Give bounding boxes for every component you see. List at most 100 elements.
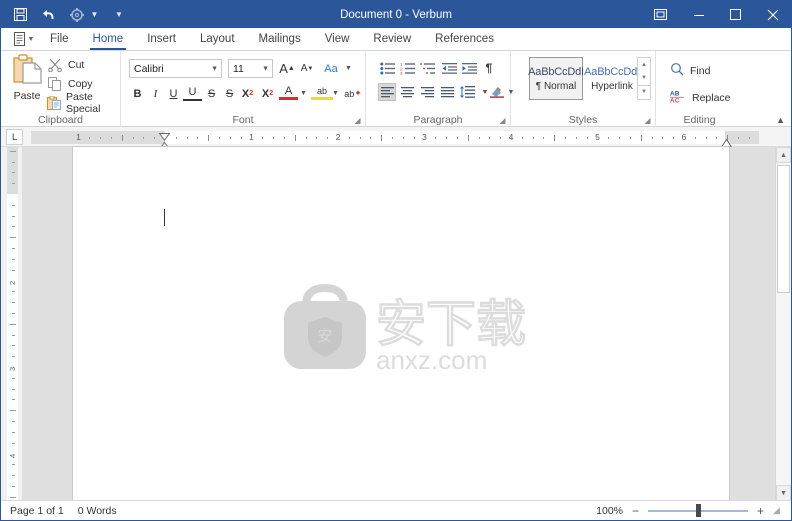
chevron-down-icon[interactable]: ▼ — [211, 65, 218, 72]
superscript-button[interactable]: X2 — [238, 84, 257, 103]
zoom-in-button[interactable]: + — [755, 504, 766, 518]
tab-stop-selector[interactable]: L — [6, 129, 23, 145]
scroll-down-icon[interactable]: ▼ — [776, 485, 791, 501]
copy-label: Copy — [68, 78, 93, 90]
vertical-ruler[interactable]: 234 — [1, 147, 23, 501]
grow-font-button[interactable]: A ▲ — [278, 59, 296, 78]
svg-text:3: 3 — [400, 71, 403, 75]
tab-mailings[interactable]: Mailings — [248, 28, 312, 50]
close-icon[interactable] — [754, 1, 791, 28]
document-page[interactable]: 安 安下载 anxz.com — [73, 147, 729, 501]
replace-button[interactable]: AB AC Replace — [670, 89, 731, 107]
maximize-icon[interactable] — [717, 1, 754, 28]
tab-label: Insert — [147, 33, 176, 45]
bold-label: B — [133, 87, 142, 100]
font-name-input[interactable]: Calibri ▼ — [129, 59, 222, 78]
redo-circle-icon[interactable] — [67, 5, 86, 24]
tab-label: View — [324, 33, 350, 45]
underline-button[interactable]: U — [164, 84, 183, 103]
styles-more-icon[interactable]: ▼ — [638, 84, 650, 99]
paragraph-dialog-launcher-icon[interactable]: ◢ — [498, 116, 507, 125]
styles-scroll-down-icon[interactable]: ▼ — [638, 71, 650, 84]
minimize-icon[interactable] — [680, 1, 717, 28]
editing-group-label: Editing — [683, 114, 716, 126]
zoom-slider-thumb[interactable] — [696, 504, 701, 517]
window-controls — [640, 1, 791, 28]
font-size-input[interactable]: 11 ▼ — [228, 59, 273, 78]
double-underline-button[interactable]: U — [183, 84, 202, 101]
find-button[interactable]: Find — [670, 62, 710, 79]
status-bar: Page 1 of 1 0 Words 100% − + ◢ — [1, 500, 791, 520]
paste-special-button[interactable]: Paste Special — [47, 91, 120, 115]
watermark-url-text: anxz.com — [376, 345, 487, 373]
bullets-button[interactable] — [378, 59, 396, 77]
zoom-level-label[interactable]: 100% — [596, 505, 623, 517]
cut-label: Cut — [68, 59, 85, 71]
save-icon[interactable] — [11, 5, 30, 24]
increase-indent-button[interactable] — [460, 59, 478, 77]
tab-file[interactable]: File — [39, 28, 80, 50]
scroll-up-icon[interactable]: ▲ — [776, 147, 791, 163]
customize-quick-access-icon[interactable]: ▼ — [112, 6, 126, 24]
chevron-down-icon[interactable]: ▼ — [262, 65, 269, 72]
resize-grip-icon[interactable]: ◢ — [773, 505, 785, 517]
multilevel-list-button[interactable] — [418, 59, 436, 77]
clear-formatting-button[interactable]: ab ✦ — [343, 84, 363, 103]
numbering-button[interactable]: 1 2 3 — [398, 59, 416, 77]
styles-gallery-scroll[interactable]: ▲ ▼ ▼ — [637, 57, 651, 100]
scissors-icon — [47, 57, 63, 73]
tab-view[interactable]: View — [314, 28, 361, 50]
change-case-button[interactable]: Aa — [320, 59, 342, 78]
pilcrow-icon: ¶ — [485, 61, 493, 75]
align-left-button[interactable] — [378, 83, 396, 101]
bold-button[interactable]: B — [128, 84, 147, 103]
ribbon-menu-icon[interactable]: ▼ — [9, 28, 39, 50]
align-right-button[interactable] — [418, 83, 436, 101]
font-dialog-launcher-icon[interactable]: ◢ — [353, 116, 362, 125]
strikethrough-button[interactable]: S — [202, 84, 221, 103]
page-count-label[interactable]: Page 1 of 1 — [10, 505, 64, 517]
tab-layout[interactable]: Layout — [189, 28, 246, 50]
shrink-font-button[interactable]: A ▼ — [298, 59, 316, 78]
italic-button[interactable]: I — [146, 84, 165, 103]
text-highlight-chevron-down-icon[interactable]: ▼ — [330, 84, 341, 103]
tab-label: References — [435, 33, 494, 45]
tab-label: Layout — [199, 33, 235, 45]
zoom-out-button[interactable]: − — [630, 504, 641, 518]
replace-label: Replace — [692, 92, 731, 104]
tab-references[interactable]: References — [424, 28, 505, 50]
change-case-chevron-down-icon[interactable]: ▼ — [343, 59, 354, 78]
undo-arrow-icon[interactable] — [39, 5, 58, 24]
style-normal[interactable]: AaBbCcDdI ¶ Normal — [528, 57, 584, 100]
vertical-scrollbar[interactable]: ▲ ▼ — [775, 147, 791, 501]
tab-review[interactable]: Review — [362, 28, 422, 50]
justify-button[interactable] — [438, 83, 456, 101]
zoom-slider[interactable] — [648, 504, 748, 518]
chevron-down-icon[interactable]: ▼ — [89, 6, 100, 24]
style-hyperlink[interactable]: AaBbCcDdI Hyperlink — [584, 57, 640, 100]
decrease-indent-button[interactable] — [440, 59, 458, 77]
paste-button[interactable]: Paste — [7, 54, 47, 110]
scrollbar-thumb[interactable] — [777, 165, 790, 293]
shrink-font-label: A — [300, 63, 308, 74]
collapse-ribbon-chevron-up-icon[interactable]: ▲ — [776, 115, 785, 125]
cut-button[interactable]: Cut — [47, 56, 84, 74]
double-strikethrough-button[interactable]: S — [220, 84, 239, 103]
ribbon-display-options-icon[interactable] — [640, 1, 680, 28]
subscript-button[interactable]: X2 — [258, 84, 277, 103]
word-count-label[interactable]: 0 Words — [78, 505, 117, 517]
font-color-chevron-down-icon[interactable]: ▼ — [298, 84, 309, 103]
line-spacing-button[interactable] — [458, 83, 476, 101]
text-highlight-label: ab — [316, 85, 327, 96]
align-center-button[interactable] — [398, 83, 416, 101]
show-formatting-marks-button[interactable]: ¶ — [480, 59, 498, 77]
styles-scroll-up-icon[interactable]: ▲ — [638, 58, 650, 71]
horizontal-ruler[interactable]: L 1123456 — [1, 127, 791, 154]
paste-special-icon — [47, 95, 61, 111]
tab-home[interactable]: Home — [82, 28, 135, 50]
ribbon-group-paragraph: 1 2 3 ¶ ▼ ▼ Paragraph ◢ — [366, 51, 514, 127]
font-size-value: 11 — [233, 62, 244, 75]
font-color-button[interactable]: A — [279, 84, 298, 100]
tab-label: Home — [92, 33, 124, 45]
tab-insert[interactable]: Insert — [136, 28, 187, 50]
